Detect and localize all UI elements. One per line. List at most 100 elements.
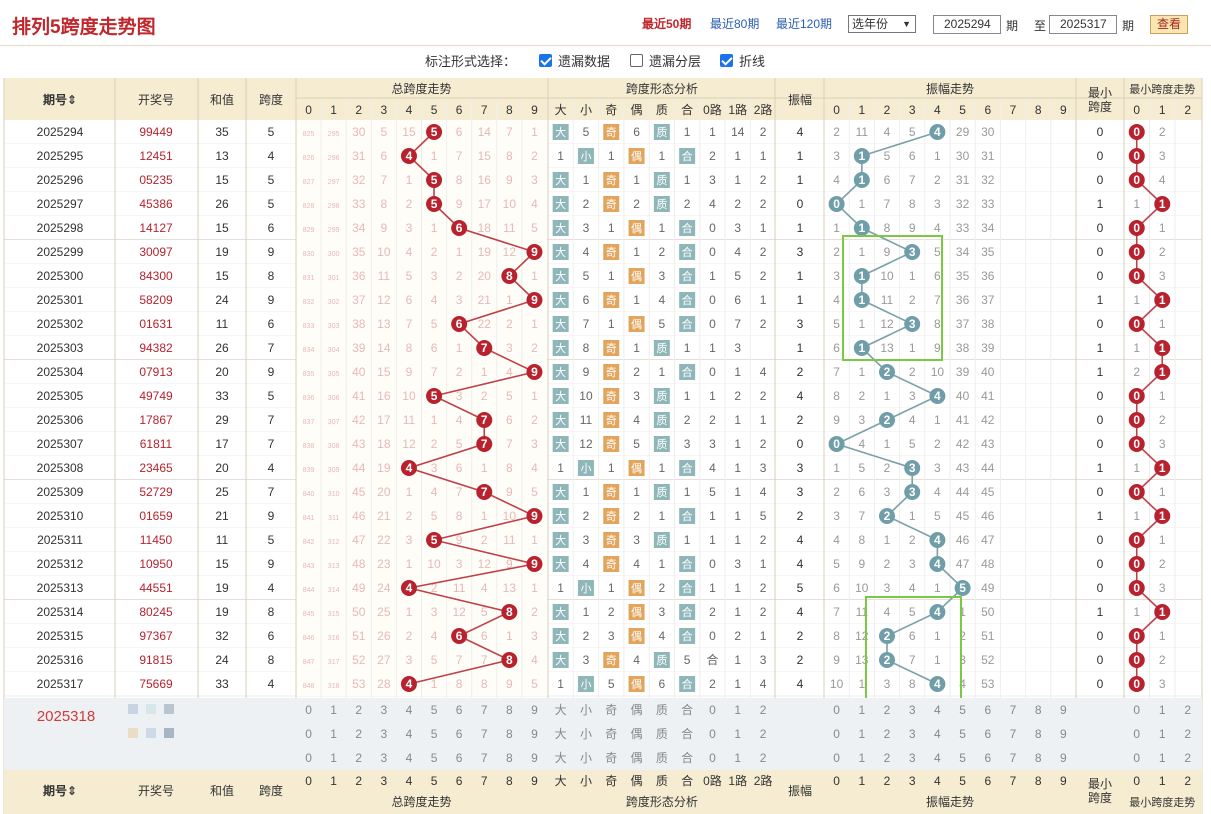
issue-cell: 2025316	[37, 653, 84, 667]
form-cell: 4	[760, 485, 767, 499]
form-hit-text: 偶	[631, 606, 642, 619]
amp-miss-cell: 2	[909, 365, 916, 379]
select-digit: 4	[406, 703, 413, 717]
select-amp-digit: 5	[959, 727, 966, 741]
miss-cell: 1	[531, 269, 538, 283]
form-cell: 1	[760, 557, 767, 571]
form-cell: 1	[734, 677, 741, 691]
miss-cell: 831	[303, 275, 315, 282]
span-digit-header: 8	[506, 103, 513, 117]
span-digit-header: 4	[406, 103, 413, 117]
span-digit-footer: 5	[431, 774, 438, 788]
miss-cell: 8	[506, 149, 513, 163]
draw-cell: 94382	[139, 341, 173, 355]
form-cell: 3	[734, 341, 741, 355]
table-row	[4, 456, 1202, 480]
min-ball-number: 0	[1133, 221, 1140, 235]
select-form: 2	[760, 727, 767, 741]
form-cell: 2	[760, 317, 767, 331]
span-ball-number: 9	[531, 293, 538, 307]
select-amp-digit: 2	[884, 751, 891, 765]
amp-digit-header: 1	[858, 103, 865, 117]
form-hit-text: 大	[555, 269, 566, 283]
form-cell: 1	[760, 413, 767, 427]
span-cell: 8	[268, 653, 275, 667]
select-form: 合	[681, 702, 693, 717]
minspan-cell: 1	[1097, 461, 1104, 475]
select-form: 大	[555, 703, 567, 717]
form-cell: 3	[659, 269, 666, 283]
miss-cell: 834	[303, 347, 315, 354]
miss-cell: 1	[406, 557, 413, 571]
miss-cell: 1	[481, 461, 488, 475]
miss-cell: 303	[328, 323, 340, 330]
miss-cell: 8	[456, 677, 463, 691]
minspan-cell: 0	[1097, 413, 1104, 427]
form-cell: 1	[709, 533, 716, 547]
issue-cell: 2025307	[37, 437, 84, 451]
miss-cell: 15	[377, 365, 391, 379]
amp-miss-cell: 3	[884, 677, 891, 691]
amp-digit-header: 5	[959, 103, 966, 117]
miss-cell: 312	[328, 539, 340, 546]
amp-cell: 1	[797, 269, 804, 283]
amp-miss-cell: 1	[884, 533, 891, 547]
min-ball-number: 1	[1159, 365, 1166, 379]
amp-miss-cell: 37	[956, 317, 970, 331]
span-ball-number: 7	[481, 341, 488, 355]
amp-digit-header: 4	[934, 103, 941, 117]
form-cell: 6	[633, 125, 640, 139]
span-cell: 7	[268, 341, 275, 355]
amp-miss-cell: 2	[833, 485, 840, 499]
select-amp-digit: 2	[884, 703, 891, 717]
amp-trend-header: 振幅走势	[926, 81, 974, 96]
select-form: 小	[580, 703, 592, 717]
sum-cell: 15	[215, 221, 229, 235]
select-digit: 6	[456, 751, 463, 765]
sum-cell: 19	[215, 605, 229, 619]
select-digit: 6	[456, 727, 463, 741]
form-cell: 2	[659, 581, 666, 595]
amp-ball-number: 4	[934, 557, 941, 571]
form-hit-text: 偶	[631, 630, 642, 643]
amp-cell: 3	[797, 245, 804, 259]
amp-miss-cell: 9	[934, 341, 941, 355]
miss-cell: 6	[431, 341, 438, 355]
amp-miss-cell: 4	[884, 125, 891, 139]
form-cell: 9	[583, 365, 590, 379]
select-form: 小	[580, 727, 592, 741]
form-cell: 2	[608, 605, 615, 619]
select-digit: 7	[481, 703, 488, 717]
select-amp-digit: 3	[909, 751, 916, 765]
draw-cell: 99449	[139, 125, 173, 139]
miss-cell: 46	[352, 509, 366, 523]
select-digit: 9	[531, 727, 538, 741]
form-cell: 2	[760, 533, 767, 547]
sum-cell: 19	[215, 581, 229, 595]
miss-cell: 844	[303, 587, 315, 594]
miss-cell: 37	[352, 293, 366, 307]
draw-cell: 80245	[139, 605, 173, 619]
miss-cell: 53	[352, 677, 366, 691]
form-hit-text: 偶	[631, 678, 642, 691]
select-form: 合	[681, 750, 693, 765]
draw-cell: 49749	[139, 389, 173, 403]
miss-cell: 833	[303, 323, 315, 330]
amp-miss-cell: 6	[833, 581, 840, 595]
span-cell: 9	[268, 293, 275, 307]
amp-miss-cell: 29	[956, 125, 970, 139]
miss-cell: 2	[481, 389, 488, 403]
amp-miss-cell: 8	[833, 389, 840, 403]
amp-cell: 3	[797, 485, 804, 499]
sum-cell: 24	[215, 293, 229, 307]
amp-cell: 2	[797, 509, 804, 523]
sum-cell: 20	[215, 365, 229, 379]
select-amp-digit: 6	[984, 703, 991, 717]
form-hit-text: 质	[656, 438, 667, 451]
span-digit-footer: 9	[531, 774, 538, 788]
draw-cell: 11450	[140, 533, 173, 547]
blurred-draw	[146, 704, 156, 714]
miss-cell: 10	[377, 245, 391, 259]
miss-cell: 300	[328, 251, 340, 258]
amp-miss-cell: 3	[909, 389, 916, 403]
